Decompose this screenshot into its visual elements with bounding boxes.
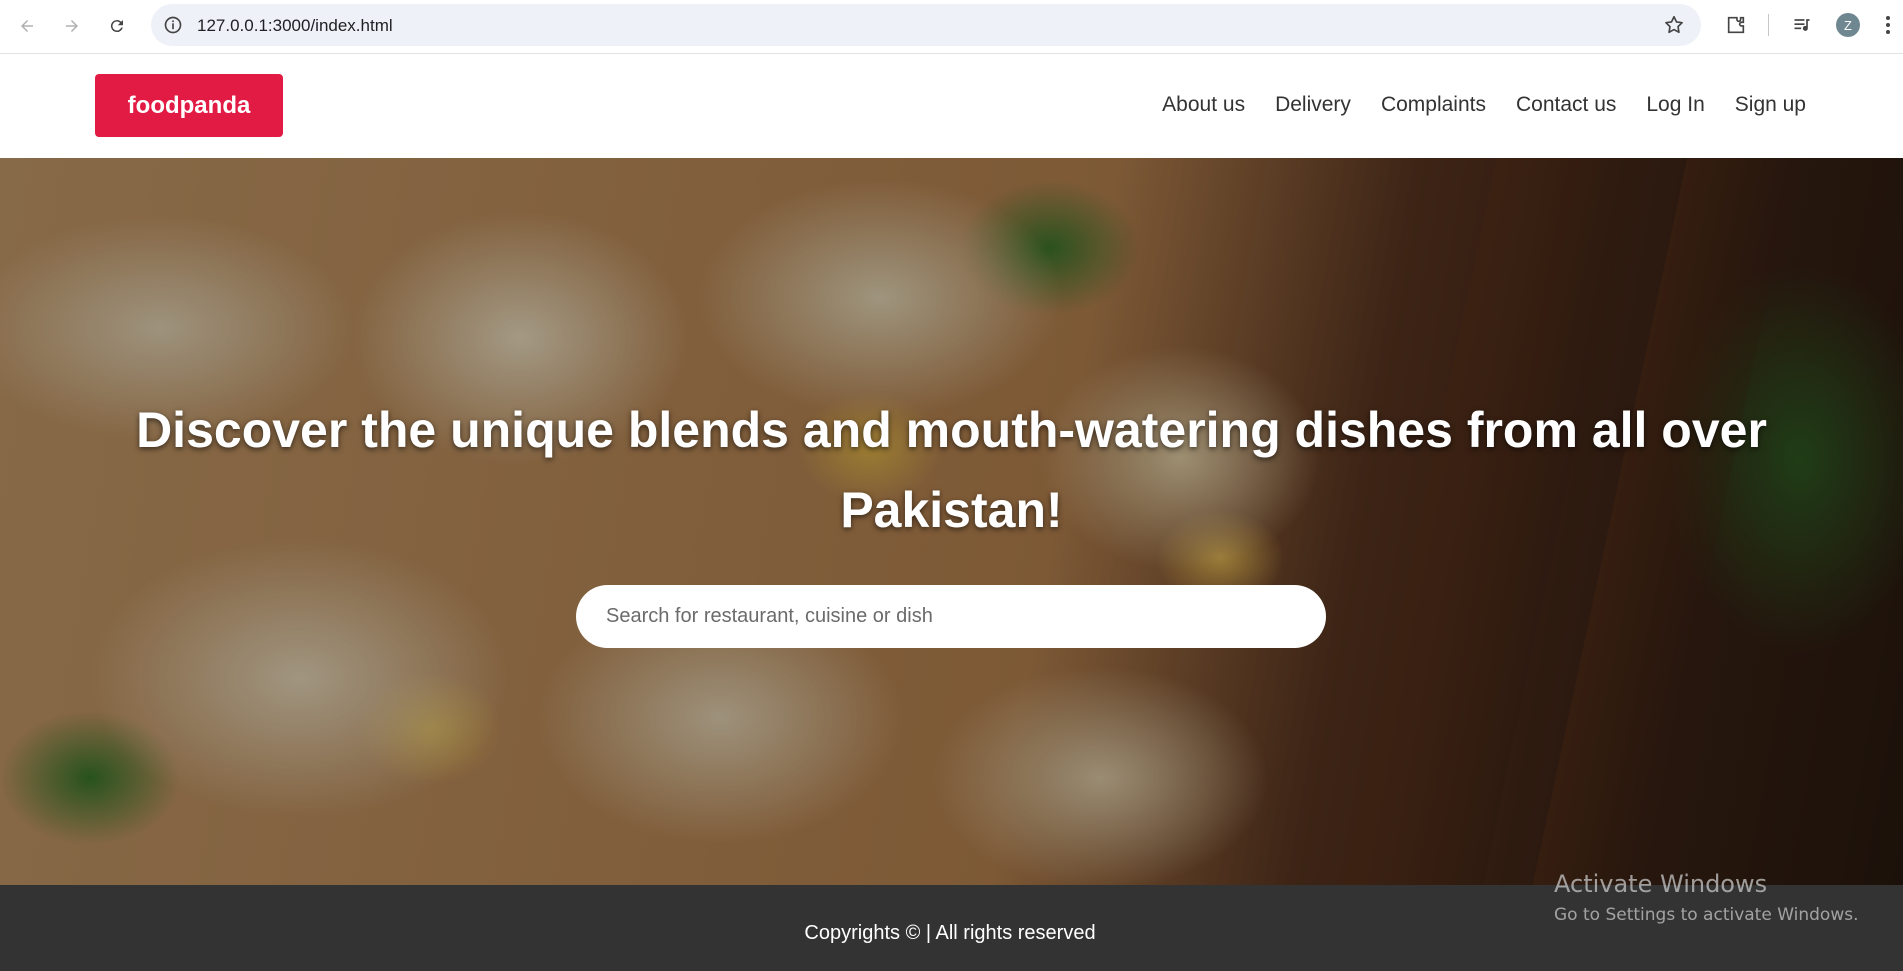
windows-activation-subtitle: Go to Settings to activate Windows.: [1554, 905, 1859, 925]
main-nav: About us Delivery Complaints Contact us …: [1162, 93, 1806, 117]
menu-icon: [1886, 16, 1890, 34]
logo-button[interactable]: foodpanda: [95, 74, 283, 137]
nav-log-in[interactable]: Log In: [1646, 93, 1704, 117]
back-icon: [21, 20, 33, 32]
windows-activation-title: Activate Windows: [1554, 870, 1768, 898]
nav-contact-us[interactable]: Contact us: [1516, 93, 1616, 117]
media-button[interactable]: [1790, 13, 1814, 37]
address-bar[interactable]: 127.0.0.1:3000/index.html: [151, 4, 1701, 46]
forward-icon: [66, 20, 78, 32]
nav-about-us[interactable]: About us: [1162, 93, 1245, 117]
browser-menu-button[interactable]: [1880, 13, 1896, 37]
profile-avatar[interactable]: Z: [1836, 13, 1860, 37]
extensions-button[interactable]: [1724, 13, 1748, 37]
nav-complaints[interactable]: Complaints: [1381, 93, 1486, 117]
site-info-icon[interactable]: [163, 15, 183, 35]
nav-delivery[interactable]: Delivery: [1275, 93, 1351, 117]
site-header: foodpanda About us Delivery Complaints C…: [0, 55, 1903, 158]
toolbar-divider: [1768, 14, 1769, 36]
url-text: 127.0.0.1:3000/index.html: [197, 16, 393, 35]
reload-icon: [110, 20, 123, 33]
hero-section: Discover the unique blends and mouth-wat…: [0, 158, 1903, 885]
forward-button[interactable]: [58, 12, 86, 40]
star-icon[interactable]: [1663, 14, 1685, 36]
search-input[interactable]: [576, 585, 1326, 648]
copyright-text: Copyrights © | All rights reserved: [804, 922, 1096, 944]
reload-button[interactable]: [103, 12, 131, 40]
hero-title: Discover the unique blends and mouth-wat…: [136, 402, 1767, 538]
browser-toolbar: 127.0.0.1:3000/index.html Z: [0, 0, 1903, 54]
nav-sign-up[interactable]: Sign up: [1735, 93, 1806, 117]
media-icon: [1794, 19, 1810, 31]
back-button[interactable]: [13, 12, 41, 40]
extensions-icon: [1727, 16, 1745, 34]
